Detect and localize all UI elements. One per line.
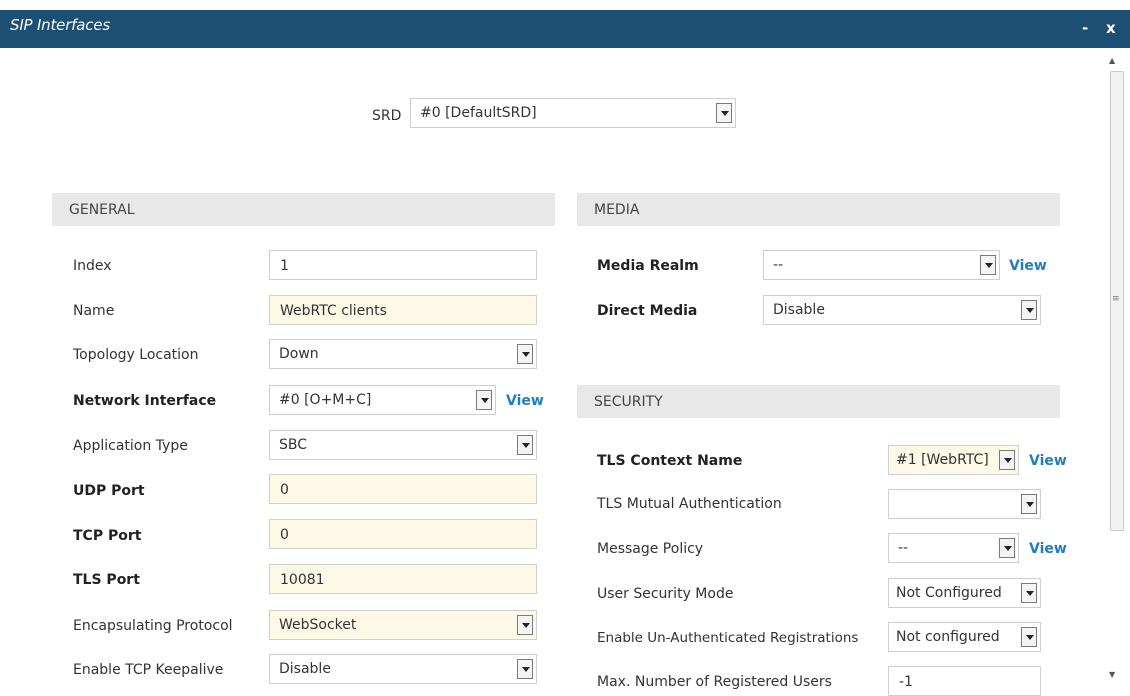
index-field[interactable]: 1 — [269, 250, 537, 280]
enable-tcp-keepalive-value: Disable — [279, 661, 331, 677]
topology-location-value: Down — [279, 346, 319, 362]
topology-location-label: Topology Location — [73, 347, 199, 363]
srd-label: SRD — [372, 108, 402, 124]
media-realm-select[interactable]: -- — [763, 250, 1000, 280]
minimize-icon[interactable]: - — [1082, 19, 1088, 37]
unauth-registrations-value: Not configured — [896, 629, 1000, 645]
encapsulating-protocol-select[interactable]: WebSocket — [269, 610, 537, 640]
tls-mutual-auth-label: TLS Mutual Authentication — [597, 496, 782, 512]
user-security-mode-value: Not Configured — [896, 585, 1002, 601]
message-policy-view-link[interactable]: View — [1029, 541, 1067, 557]
enable-tcp-keepalive-label: Enable TCP Keepalive — [73, 662, 224, 678]
chevron-down-icon[interactable] — [999, 538, 1015, 558]
tls-port-label: TLS Port — [73, 572, 140, 588]
section-general: GENERAL — [52, 193, 555, 226]
message-policy-select[interactable]: -- — [888, 533, 1019, 563]
chevron-down-icon[interactable] — [1021, 300, 1037, 320]
close-icon[interactable]: x — [1106, 19, 1116, 37]
title-bar: SIP Interfaces - x — [0, 10, 1130, 48]
name-label: Name — [73, 303, 115, 319]
message-policy-label: Message Policy — [597, 541, 704, 557]
unauth-registrations-label: Enable Un-Authenticated Registrations — [597, 630, 859, 646]
network-interface-select[interactable]: #0 [O+M+C] — [269, 385, 496, 415]
tls-context-name-select[interactable]: #1 [WebRTC] — [888, 445, 1019, 475]
user-security-mode-select[interactable]: Not Configured — [888, 578, 1041, 608]
media-realm-view-link[interactable]: View — [1009, 258, 1047, 274]
application-type-select[interactable]: SBC — [269, 430, 537, 460]
tls-context-view-link[interactable]: View — [1029, 453, 1067, 469]
section-media: MEDIA — [577, 193, 1060, 226]
network-interface-value: #0 [O+M+C] — [279, 392, 372, 408]
tls-context-name-label: TLS Context Name — [597, 453, 743, 469]
max-registered-users-field[interactable]: -1 — [888, 666, 1041, 696]
srd-value: #0 [DefaultSRD] — [420, 105, 537, 121]
form-content: SRD #0 [DefaultSRD] GENERAL Index 1 Name… — [0, 48, 1100, 696]
chevron-down-icon[interactable] — [517, 435, 533, 455]
application-type-value: SBC — [279, 437, 308, 453]
srd-select[interactable]: #0 [DefaultSRD] — [410, 98, 736, 128]
scroll-down-icon[interactable]: ▼ — [1109, 670, 1115, 679]
udp-port-field[interactable]: 0 — [269, 474, 537, 504]
direct-media-value: Disable — [773, 302, 825, 318]
window-title: SIP Interfaces — [10, 16, 110, 34]
chevron-down-icon[interactable] — [716, 103, 732, 123]
encapsulating-protocol-label: Encapsulating Protocol — [73, 618, 233, 634]
tls-mutual-auth-select[interactable] — [888, 489, 1041, 519]
chevron-down-icon[interactable] — [1021, 494, 1037, 514]
index-label: Index — [73, 258, 112, 274]
direct-media-label: Direct Media — [597, 303, 698, 319]
chevron-down-icon[interactable] — [980, 255, 996, 275]
chevron-down-icon[interactable] — [517, 344, 533, 364]
chevron-down-icon[interactable] — [1021, 627, 1037, 647]
chevron-down-icon[interactable] — [999, 450, 1015, 470]
tcp-port-label: TCP Port — [73, 528, 142, 544]
tcp-port-field[interactable]: 0 — [269, 519, 537, 549]
direct-media-select[interactable]: Disable — [763, 295, 1041, 325]
chevron-down-icon[interactable] — [517, 659, 533, 679]
grip-icon: ≡ — [1112, 294, 1120, 304]
user-security-mode-label: User Security Mode — [597, 586, 734, 602]
media-realm-label: Media Realm — [597, 258, 699, 274]
name-field[interactable]: WebRTC clients — [269, 295, 537, 325]
tls-context-name-value: #1 [WebRTC] — [896, 452, 989, 468]
media-realm-value: -- — [773, 257, 784, 273]
enable-tcp-keepalive-select[interactable]: Disable — [269, 654, 537, 684]
tls-port-field[interactable]: 10081 — [269, 564, 537, 594]
message-policy-value: -- — [898, 540, 909, 556]
section-security: SECURITY — [577, 385, 1060, 418]
unauth-registrations-select[interactable]: Not configured — [888, 622, 1041, 652]
encapsulating-protocol-value: WebSocket — [279, 617, 357, 633]
topology-location-select[interactable]: Down — [269, 339, 537, 369]
chevron-down-icon[interactable] — [476, 390, 492, 410]
network-interface-view-link[interactable]: View — [506, 393, 544, 409]
udp-port-label: UDP Port — [73, 483, 145, 499]
chevron-down-icon[interactable] — [1021, 583, 1037, 603]
vertical-scrollbar[interactable]: ▲ ≡ ▼ — [1102, 48, 1130, 689]
max-registered-users-label: Max. Number of Registered Users — [597, 674, 832, 690]
network-interface-label: Network Interface — [73, 393, 217, 409]
scroll-up-icon[interactable]: ▲ — [1109, 56, 1115, 65]
application-type-label: Application Type — [73, 438, 188, 454]
chevron-down-icon[interactable] — [517, 615, 533, 635]
scrollbar-thumb[interactable]: ≡ — [1110, 71, 1124, 531]
